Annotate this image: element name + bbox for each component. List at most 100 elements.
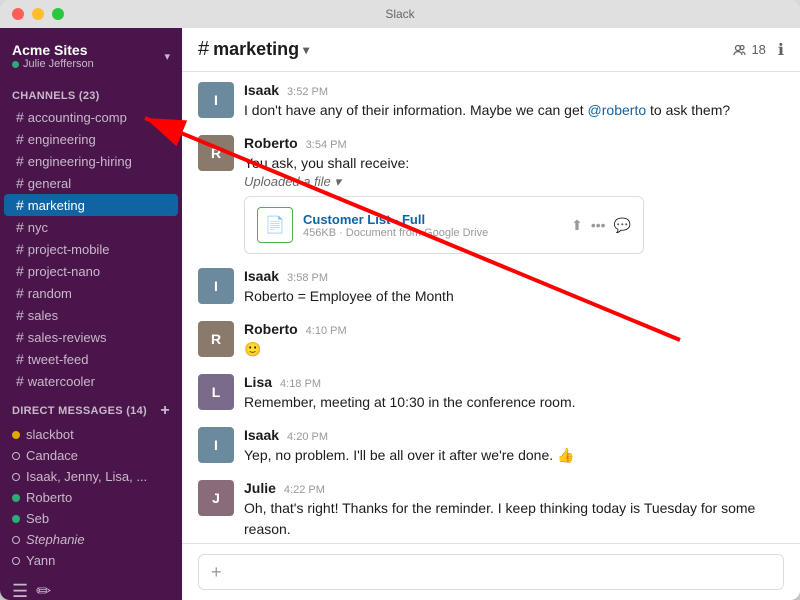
avatar: I — [198, 268, 234, 304]
add-content-icon[interactable]: + — [211, 562, 222, 583]
dm-section-label: DIRECT MESSAGES (14) + — [0, 392, 182, 424]
channel-name-label: marketing — [213, 39, 299, 60]
workspace-header: Acme Sites Julie Jefferson ▾ — [0, 28, 182, 80]
channel-name: sales-reviews — [28, 330, 107, 345]
messages-area[interactable]: I Isaak 3:52 PM I don't have any of thei… — [182, 72, 800, 543]
seb-status-dot — [12, 515, 20, 523]
dm-slackbot[interactable]: slackbot — [0, 424, 182, 445]
channel-header: # marketing ▾ 18 ℹ — [182, 28, 800, 72]
channel-hash: # — [198, 38, 209, 61]
hash-icon: # — [16, 263, 24, 279]
dm-name: Isaak, Jenny, Lisa, ... — [26, 469, 147, 484]
workspace-info: Acme Sites Julie Jefferson — [12, 42, 94, 70]
dm-name: slackbot — [26, 427, 74, 442]
hash-icon: # — [16, 329, 24, 345]
message-time: 4:10 PM — [306, 325, 347, 337]
file-type-icon: 📄 — [257, 207, 293, 243]
sender-name: Isaak — [244, 82, 279, 98]
avatar: J — [198, 480, 234, 516]
dm-yann[interactable]: Yann — [0, 550, 182, 571]
channel-name: engineering-hiring — [28, 154, 132, 169]
workspace-name[interactable]: Acme Sites — [12, 42, 94, 58]
channel-name: project-nano — [28, 264, 100, 279]
compose-icon[interactable]: ✏ — [36, 581, 51, 600]
channel-engineering[interactable]: # engineering — [4, 128, 178, 150]
message-input-box[interactable]: + — [198, 554, 784, 590]
hash-icon: # — [16, 241, 24, 257]
message-text: Roberto = Employee of the Month — [244, 286, 784, 307]
message-time: 3:52 PM — [287, 86, 328, 98]
channel-title: # marketing ▾ — [198, 38, 309, 61]
dm-stephanie[interactable]: Stephanie — [0, 529, 182, 550]
hash-icon: # — [16, 219, 24, 235]
channel-accounting-comp[interactable]: # accounting-comp — [4, 106, 178, 128]
close-button[interactable] — [12, 8, 24, 20]
sidebar: Acme Sites Julie Jefferson ▾ CHANNELS (2… — [0, 28, 182, 600]
dm-seb[interactable]: Seb — [0, 508, 182, 529]
file-name[interactable]: Customer List - Full — [303, 212, 561, 227]
info-icon[interactable]: ℹ — [778, 40, 784, 60]
member-count[interactable]: 18 — [733, 42, 765, 57]
channel-engineering-hiring[interactable]: # engineering-hiring — [4, 150, 178, 172]
channel-general[interactable]: # general — [4, 172, 178, 194]
message-group: R Roberto 3:54 PM You ask, you shall rec… — [198, 135, 784, 254]
channel-random[interactable]: # random — [4, 282, 178, 304]
channel-sales-reviews[interactable]: # sales-reviews — [4, 326, 178, 348]
file-attachment: 📄 Customer List - Full 456KB · Document … — [244, 196, 644, 254]
channel-watercooler[interactable]: # watercooler — [4, 370, 178, 392]
message-content: Roberto 4:10 PM 🙂 — [244, 321, 784, 360]
sender-name: Roberto — [244, 135, 298, 151]
mention: @roberto — [588, 102, 647, 118]
workspace-chevron-icon[interactable]: ▾ — [164, 50, 170, 63]
sender-name: Isaak — [244, 427, 279, 443]
channel-dropdown-icon[interactable]: ▾ — [303, 43, 309, 57]
message-text: Yep, no problem. I'll be all over it aft… — [244, 445, 784, 466]
channel-marketing[interactable]: # marketing — [4, 194, 178, 216]
message-time: 3:54 PM — [306, 139, 347, 151]
dm-candace[interactable]: Candace — [0, 445, 182, 466]
message-header: Roberto 4:10 PM — [244, 321, 784, 337]
channel-sales[interactable]: # sales — [4, 304, 178, 326]
file-actions: ⬆ ••• 💬 — [571, 217, 631, 234]
member-count-number: 18 — [751, 42, 765, 57]
hash-icon: # — [16, 153, 24, 169]
channel-nyc[interactable]: # nyc — [4, 216, 178, 238]
message-group: L Lisa 4:18 PM Remember, meeting at 10:3… — [198, 374, 784, 413]
channel-name: sales — [28, 308, 58, 323]
comment-icon[interactable]: 💬 — [614, 217, 631, 234]
dm-name: Roberto — [26, 490, 72, 505]
hash-icon: # — [16, 307, 24, 323]
maximize-button[interactable] — [52, 8, 64, 20]
message-time: 3:58 PM — [287, 272, 328, 284]
add-dm-icon[interactable]: + — [160, 402, 170, 420]
slackbot-status-dot — [12, 431, 20, 439]
dm-group[interactable]: Isaak, Jenny, Lisa, ... — [0, 466, 182, 487]
message-time: 4:20 PM — [287, 431, 328, 443]
message-time: 4:18 PM — [280, 378, 321, 390]
dm-name: Candace — [26, 448, 78, 463]
channel-project-nano[interactable]: # project-nano — [4, 260, 178, 282]
roberto-status-dot — [12, 494, 20, 502]
channel-name: project-mobile — [28, 242, 110, 257]
channel-name: accounting-comp — [28, 110, 127, 125]
dm-roberto[interactable]: Roberto — [0, 487, 182, 508]
more-icon[interactable]: ••• — [591, 217, 606, 234]
message-text: I don't have any of their information. M… — [244, 100, 784, 121]
app-body: Acme Sites Julie Jefferson ▾ CHANNELS (2… — [0, 28, 800, 600]
dm-name: Seb — [26, 511, 49, 526]
channel-tweet-feed[interactable]: # tweet-feed — [4, 348, 178, 370]
candace-status-dot — [12, 452, 20, 460]
message-group: R Roberto 4:10 PM 🙂 — [198, 321, 784, 360]
workspace-user: Julie Jefferson — [12, 58, 94, 70]
file-info: Customer List - Full 456KB · Document fr… — [303, 212, 561, 239]
message-text: Oh, that's right! Thanks for the reminde… — [244, 498, 784, 540]
menu-icon[interactable]: ☰ — [12, 581, 28, 600]
stephanie-status-dot — [12, 536, 20, 544]
download-icon[interactable]: ⬆ — [571, 217, 583, 234]
message-text: You ask, you shall receive: — [244, 153, 784, 174]
message-header: Isaak 4:20 PM — [244, 427, 784, 443]
channel-project-mobile[interactable]: # project-mobile — [4, 238, 178, 260]
message-content: Isaak 3:52 PM I don't have any of their … — [244, 82, 784, 121]
minimize-button[interactable] — [32, 8, 44, 20]
sender-name: Roberto — [244, 321, 298, 337]
